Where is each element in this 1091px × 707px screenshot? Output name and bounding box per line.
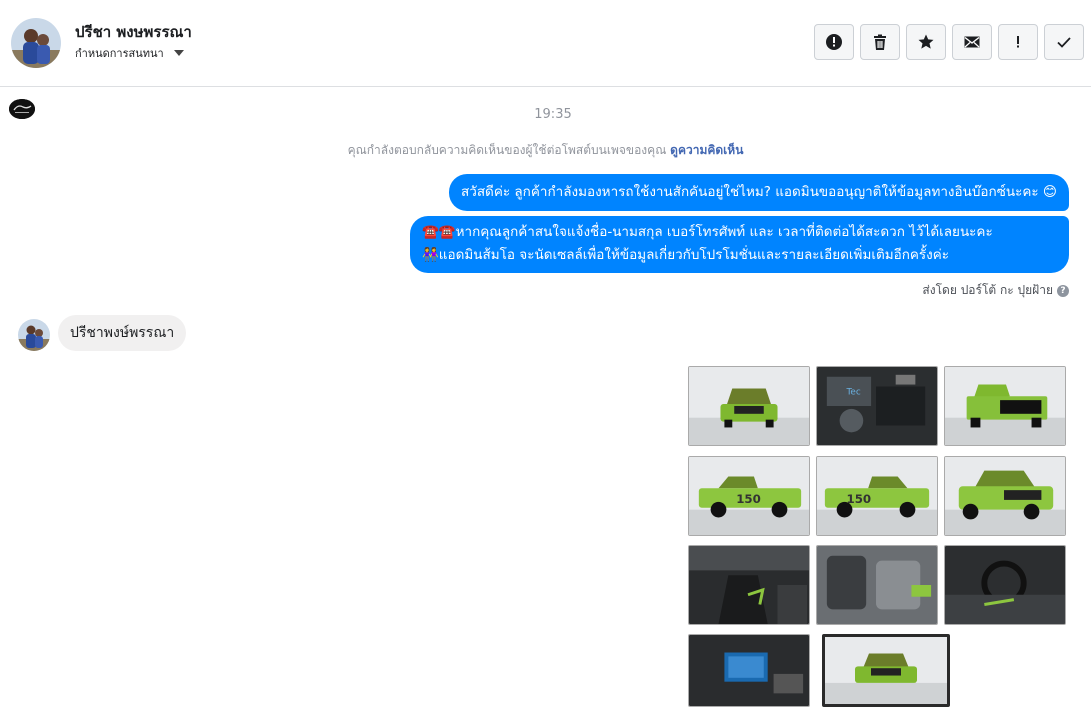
assign-conversation-dropdown[interactable]: กำหนดการสนทนา xyxy=(75,44,184,62)
svg-text:150: 150 xyxy=(736,492,761,506)
message-line: 👭แอดมินส้มโอ จะนัดเซลล์เพื่อให้ข้อมูลเกี… xyxy=(422,247,950,263)
sent-by-label: ส่งโดย ปอร์โต้ กะ ปุยฝ้าย ? xyxy=(922,281,1069,300)
engine-bay-photo[interactable]: Tec xyxy=(816,366,938,446)
star-icon xyxy=(918,34,934,49)
exclamation-icon xyxy=(1017,36,1019,48)
svg-text:Tec: Tec xyxy=(846,387,861,397)
assign-label: กำหนดการสนทนา xyxy=(75,47,164,60)
conversation-actions xyxy=(814,24,1084,60)
interior-seats-photo[interactable] xyxy=(816,545,938,625)
follow-up-button[interactable] xyxy=(998,24,1038,60)
outgoing-message[interactable]: ☎️☎️หากคุณลูกค้าสนใจแจ้งชื่อ-นามสกุล เบอ… xyxy=(410,216,1069,273)
truck-side-right-photo[interactable]: 150 xyxy=(816,456,938,536)
reply-context-text: คุณกำลังตอบกลับความคิดเห็นของผู้ใช้ต่อโพ… xyxy=(347,143,667,157)
infotainment-screen-photo[interactable] xyxy=(688,634,810,707)
check-icon xyxy=(1057,37,1071,48)
spam-button[interactable] xyxy=(814,24,854,60)
sent-by-text: ส่งโดย ปอร์โต้ กะ ปุยฝ้าย xyxy=(922,283,1053,297)
help-icon[interactable]: ? xyxy=(1057,284,1069,297)
mark-unread-button[interactable] xyxy=(952,24,992,60)
sender-avatar[interactable] xyxy=(18,319,50,351)
reply-context: คุณกำลังตอบกลับความคิดเห็นของผู้ใช้ต่อโพ… xyxy=(0,141,1091,160)
interior-dashboard-photo[interactable] xyxy=(944,545,1066,625)
view-comment-link[interactable]: ดูความคิดเห็น xyxy=(670,143,743,157)
delete-button[interactable] xyxy=(860,24,900,60)
interior-console-photo[interactable] xyxy=(688,545,810,625)
incoming-message[interactable]: ปรีชาพงษ์พรรณา xyxy=(58,315,187,351)
truck-rear-photo[interactable] xyxy=(944,366,1066,446)
trash-icon xyxy=(874,34,886,50)
caret-down-icon xyxy=(173,50,184,56)
mark-done-button[interactable] xyxy=(1044,24,1084,60)
contact-avatar[interactable] xyxy=(11,18,61,68)
svg-text:150: 150 xyxy=(847,492,872,506)
star-button[interactable] xyxy=(906,24,946,60)
truck-front-photo[interactable] xyxy=(688,366,810,446)
outgoing-message[interactable]: สวัสดีค่ะ ลูกค้ากำลังมองหารถใช้งานสักคัน… xyxy=(449,174,1069,211)
alert-circle-icon xyxy=(826,34,842,50)
truck-front-thumbnail-photo[interactable] xyxy=(822,634,950,707)
contact-name[interactable]: ปรีชา พงษพรรณา xyxy=(75,20,192,44)
envelope-icon xyxy=(964,36,980,48)
truck-front-angle-photo[interactable] xyxy=(944,456,1066,536)
message-line: ☎️☎️หากคุณลูกค้าสนใจแจ้งชื่อ-นามสกุล เบอ… xyxy=(422,224,993,240)
message-timestamp: 19:35 xyxy=(534,107,572,122)
photo-gallery: Tec 150 150 xyxy=(688,366,1068,707)
conversation-header: ปรีชา พงษพรรณา กำหนดการสนทนา xyxy=(0,0,1091,87)
truck-side-left-photo[interactable]: 150 xyxy=(688,456,810,536)
